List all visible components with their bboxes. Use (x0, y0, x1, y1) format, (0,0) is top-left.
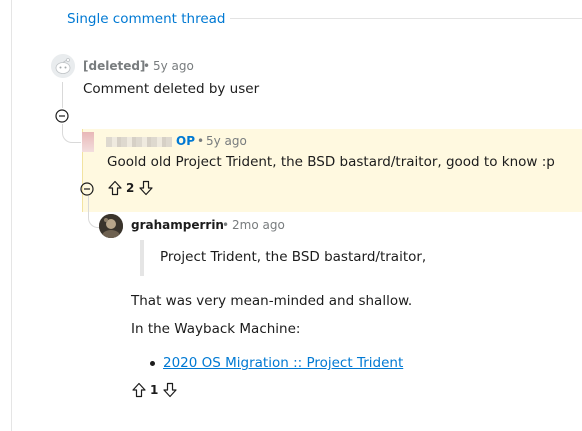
comment-timestamp[interactable]: 5y ago (153, 59, 194, 73)
upvote-button[interactable] (131, 382, 147, 398)
comment-timestamp[interactable]: 2mo ago (232, 218, 285, 232)
upvote-button[interactable] (107, 180, 123, 196)
meta-separator: • (143, 59, 151, 73)
snoo-ghost-avatar-icon (51, 54, 75, 78)
single-comment-thread-link[interactable]: Single comment thread (67, 11, 225, 27)
downvote-button[interactable] (162, 382, 178, 398)
user-avatar[interactable] (99, 214, 123, 238)
downvote-button[interactable] (138, 180, 154, 196)
thread-connector (62, 124, 81, 143)
collapse-thread-button[interactable] (55, 108, 69, 123)
meta-separator: • (197, 134, 205, 148)
downvote-arrow-icon (139, 180, 153, 196)
comment-body: Goold old Project Trident, the BSD basta… (107, 154, 555, 170)
blockquote-text: Project Trident, the BSD bastard/traitor… (160, 249, 427, 265)
comment-author[interactable]: [deleted] (83, 59, 145, 73)
minus-circle-icon (80, 182, 94, 196)
left-border (11, 0, 12, 431)
comment-timestamp[interactable]: 5y ago (206, 134, 247, 148)
blockquote-bar (140, 240, 144, 276)
deleted-user-avatar (51, 54, 75, 78)
minus-circle-icon (55, 109, 69, 123)
wayback-link[interactable]: 2020 OS Migration :: Project Trident (163, 355, 403, 371)
header-divider (230, 18, 582, 19)
op-badge: OP (176, 134, 195, 148)
meta-separator: • (222, 218, 230, 232)
thread-line[interactable] (62, 82, 63, 108)
thread-connector (88, 210, 99, 228)
comment-paragraph: In the Wayback Machine: (131, 321, 301, 337)
upvote-arrow-icon (132, 382, 146, 398)
upvote-arrow-icon (108, 180, 122, 196)
comment-body: Comment deleted by user (83, 81, 260, 97)
thread-line[interactable] (88, 196, 89, 210)
vote-score: 1 (150, 383, 159, 397)
comment-paragraph: That was very mean-minded and shallow. (131, 293, 413, 309)
comment-author[interactable]: grahamperrin (131, 218, 224, 232)
list-bullet (150, 361, 155, 366)
redacted-author-name (106, 137, 172, 147)
downvote-arrow-icon (163, 382, 177, 398)
redacted-avatar (82, 132, 94, 152)
vote-score: 2 (126, 181, 135, 195)
collapse-thread-button[interactable] (80, 181, 94, 196)
profile-photo-icon (99, 214, 123, 238)
